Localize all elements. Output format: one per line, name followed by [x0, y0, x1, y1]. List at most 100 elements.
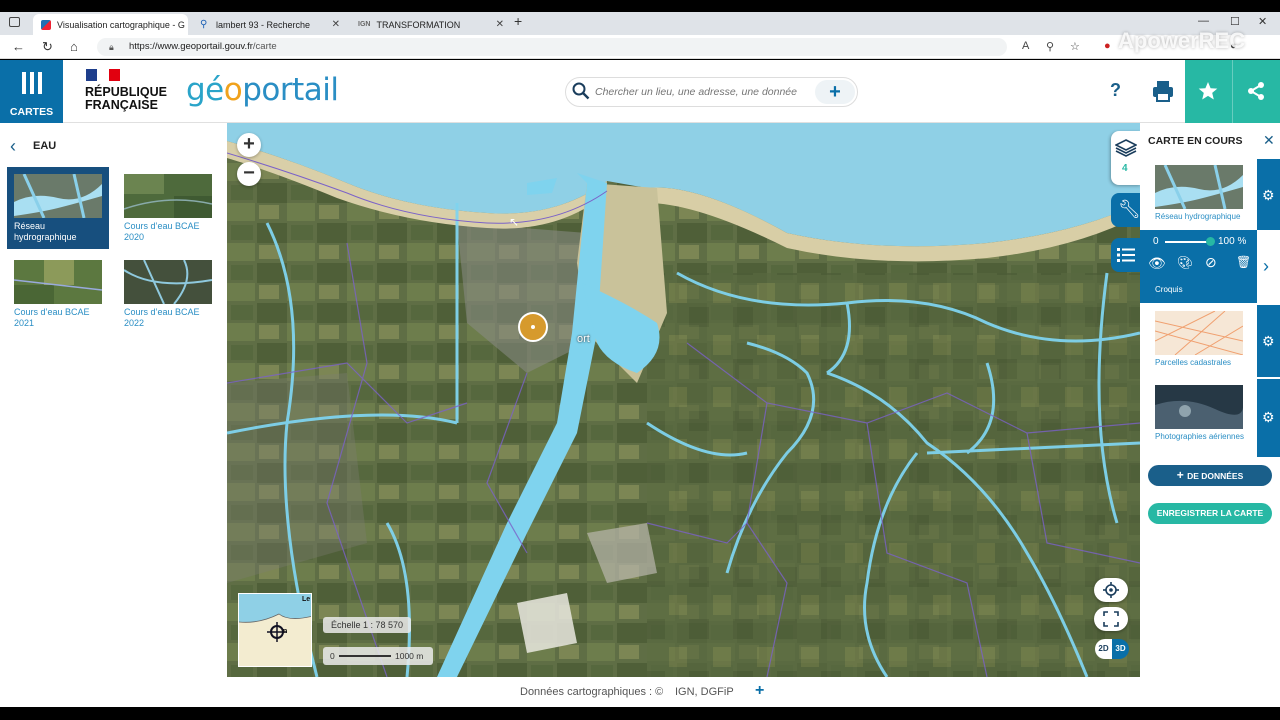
edit-style-icon[interactable]: ⊘: [1205, 254, 1217, 271]
plus-icon: +: [1176, 468, 1188, 482]
share-icon: [1248, 82, 1264, 100]
overview-minimap[interactable]: Le n: [238, 593, 312, 667]
location-marker[interactable]: [518, 312, 548, 342]
republique-francaise-logo[interactable]: RÉPUBLIQUE FRANÇAISE: [85, 86, 167, 112]
layer-settings-button[interactable]: ⚙: [1257, 379, 1280, 457]
gear-icon: ⚙: [1262, 187, 1275, 203]
add-data-label: DE DONNÉES: [1187, 471, 1244, 481]
zoom-out-button[interactable]: −: [237, 162, 261, 186]
back-arrow-icon[interactable]: ←: [12, 39, 25, 54]
minimize-icon[interactable]: —: [1198, 15, 1209, 27]
tab-geoportail[interactable]: Visualisation cartographique - G ✕: [33, 14, 188, 35]
geolocate-button[interactable]: [1094, 578, 1128, 602]
tab-actions-icon[interactable]: [9, 17, 20, 27]
layers-icon: [1115, 139, 1137, 157]
zoom-in-button[interactable]: +: [237, 133, 261, 157]
rf-line2: FRANÇAISE: [85, 98, 158, 112]
favorites-star-icon[interactable]: ☆: [1070, 40, 1080, 53]
3d-button[interactable]: 3D: [1112, 639, 1129, 659]
visibility-eye-icon[interactable]: 👁︎: [1148, 255, 1166, 272]
tools-tab[interactable]: 🔧︎: [1111, 193, 1140, 227]
catalog-title: EAU: [33, 140, 57, 152]
aerial-imagery: [227, 123, 1140, 677]
layer-expand-chevron[interactable]: ›: [1257, 230, 1280, 303]
logo-part-ge: gé: [186, 72, 224, 108]
cartes-menu-button[interactable]: CARTES: [0, 60, 63, 123]
share-button[interactable]: [1232, 60, 1280, 123]
catalog-item-reseau-hydrographique[interactable]: Réseau hydrographique: [7, 167, 109, 249]
app-header: CARTES RÉPUBLIQUE FRANÇAISE géoportail +…: [0, 60, 1280, 123]
help-button[interactable]: ?: [1110, 80, 1121, 101]
layer-label: Photographies aériennes: [1155, 432, 1244, 441]
attribution-text: Données cartographiques : ©: [520, 686, 664, 698]
search-icon[interactable]: [572, 82, 590, 100]
map-view[interactable]: + − ort ↖ Le n Échelle 1 : 78 570 0 1000…: [227, 123, 1140, 677]
marker-label: ort: [577, 333, 590, 345]
zoom-icon[interactable]: ⚲: [1046, 40, 1054, 53]
extension-icon[interactable]: ●: [1104, 40, 1111, 52]
minimap-text: n: [283, 628, 288, 635]
recorder-watermark: ApowerREC: [1118, 28, 1246, 53]
refresh-icon[interactable]: ↻: [42, 39, 53, 55]
home-icon[interactable]: ⌂: [70, 39, 78, 54]
layer-settings-button[interactable]: ⚙: [1257, 159, 1280, 231]
logo-part-o: o: [223, 72, 243, 108]
gear-icon: ⚙: [1262, 333, 1275, 349]
thumbnail: [14, 174, 102, 218]
tab-lambert-search[interactable]: ⚲ lambert 93 - Recherche ✕: [192, 14, 348, 35]
cursor-icon: ↖: [509, 215, 520, 229]
catalog-item-bcae-2022[interactable]: Cours d’eau BCAE 2022: [117, 253, 219, 335]
catalog-item-bcae-2020[interactable]: Cours d’eau BCAE 2020: [117, 167, 219, 249]
search-options-plus-button[interactable]: +: [815, 80, 855, 104]
star-icon: [1198, 82, 1218, 100]
opacity-slider-handle[interactable]: [1206, 237, 1215, 246]
catalog-item-label: Réseau hydrographique: [14, 221, 77, 242]
close-window-icon[interactable]: ✕: [1258, 15, 1267, 28]
favorites-button[interactable]: [1185, 60, 1232, 123]
close-icon[interactable]: ✕: [1263, 132, 1275, 149]
url-domain: https://www.geoportail.gouv.fr: [129, 41, 253, 52]
layer-photographies-aeriennes[interactable]: Photographies aériennes ⚙: [1140, 379, 1280, 457]
opacity-slider[interactable]: [1165, 241, 1209, 243]
layer-label: Réseau hydrographique: [1155, 212, 1241, 221]
ign-favicon: IGN: [358, 21, 371, 28]
close-tab-icon[interactable]: ✕: [490, 19, 504, 30]
scale-line: [339, 655, 391, 657]
palette-icon[interactable]: 🎨︎: [1177, 255, 1194, 271]
trash-icon[interactable]: 🗑︎: [1236, 255, 1251, 269]
close-tab-icon[interactable]: ✕: [185, 19, 188, 30]
layer-thumbnail: [1155, 311, 1243, 355]
view-mode-toggle: 2D 3D: [1095, 639, 1129, 659]
list-icon: [1117, 248, 1135, 262]
layer-settings-button[interactable]: ⚙: [1257, 305, 1280, 377]
back-chevron-icon[interactable]: ‹: [10, 136, 16, 157]
new-tab-icon[interactable]: +: [514, 13, 522, 29]
layers-count: 4: [1122, 163, 1128, 174]
tab-transformation[interactable]: IGN TRANSFORMATION ✕: [350, 14, 512, 35]
url-path: /carte: [252, 41, 277, 52]
target-icon: [1103, 582, 1119, 598]
add-data-button[interactable]: + DE DONNÉES: [1148, 465, 1272, 486]
geoportail-logo[interactable]: géoportail: [186, 72, 339, 108]
maximize-icon[interactable]: ☐: [1230, 15, 1240, 28]
attribution-more-button[interactable]: +: [755, 682, 764, 700]
close-tab-icon[interactable]: ✕: [326, 19, 340, 30]
url-field[interactable]: 🔒︎ https://www.geoportail.gouv.fr/carte: [97, 38, 1007, 56]
minimap-text: Le: [302, 596, 311, 603]
read-aloud-icon[interactable]: A: [1022, 40, 1029, 52]
print-icon[interactable]: [1150, 78, 1176, 104]
legend-tab[interactable]: [1111, 238, 1140, 272]
save-map-button[interactable]: ENREGISTRER LA CARTE: [1148, 503, 1272, 524]
screen-top-border: [0, 0, 1280, 12]
layer-croquis-selected[interactable]: 0 100 % 👁︎ 🎨︎ ⊘ 🗑︎ Croquis: [1140, 230, 1257, 303]
search-input[interactable]: [595, 84, 815, 100]
catalog-item-bcae-2021[interactable]: Cours d’eau BCAE 2021: [7, 253, 109, 335]
2d-button[interactable]: 2D: [1095, 639, 1112, 659]
cartes-label: CARTES: [9, 106, 54, 118]
layer-parcelles-cadastrales[interactable]: Parcelles cadastrales ⚙: [1140, 305, 1280, 377]
layers-tab[interactable]: 4: [1111, 131, 1140, 185]
gear-icon: ⚙: [1262, 409, 1275, 425]
scale-ratio: Échelle 1 : 78 570: [323, 617, 412, 633]
fullscreen-button[interactable]: [1094, 607, 1128, 631]
layer-reseau-hydrographique[interactable]: Réseau hydrographique ⚙: [1140, 159, 1280, 231]
